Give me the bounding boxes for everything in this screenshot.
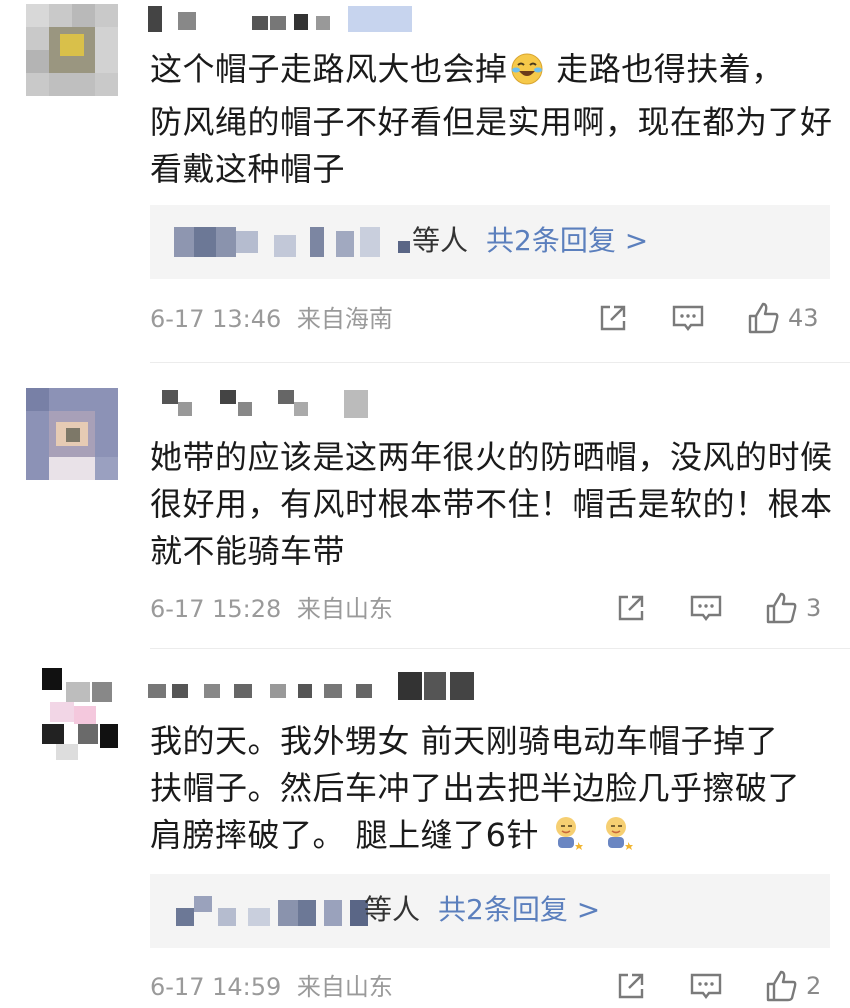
- avatar[interactable]: [26, 4, 118, 96]
- comment-button[interactable]: [688, 966, 724, 1006]
- reply-summary[interactable]: 等人 共2条回复 >: [150, 874, 830, 948]
- comment-actions: 3: [614, 588, 844, 628]
- comment-icon: [690, 595, 722, 621]
- baby-emoji-icon: [551, 814, 585, 865]
- reply-suffix: 等人: [412, 224, 469, 257]
- comment-meta: 6-17 14:59 来自山东: [150, 972, 393, 1002]
- comment-actions: 2: [614, 966, 844, 1006]
- reply-suffix: 等人: [364, 893, 421, 926]
- like-button[interactable]: 3: [764, 588, 821, 628]
- comment-text-line2: 扶帽子。然后车冲了出去把半边脸几乎擦破了: [150, 769, 801, 807]
- reply-usernames-blurred: [174, 227, 414, 259]
- share-button[interactable]: [614, 588, 648, 628]
- share-button[interactable]: [614, 966, 648, 1006]
- comment-button[interactable]: [670, 298, 706, 338]
- timestamp: 6-17 13:46: [150, 305, 282, 333]
- comment-meta: 6-17 13:46 来自海南: [150, 304, 393, 334]
- thumbs-up-icon: [748, 302, 779, 334]
- comment-text-line1: 我的天。我外甥女 前天刚骑电动车帽子掉了: [150, 722, 779, 760]
- like-count: 43: [788, 304, 819, 332]
- share-icon: [618, 973, 644, 999]
- comment-text-line1: 这个帽子走路风大也会掉: [150, 50, 508, 88]
- comment-actions: 43: [596, 298, 836, 338]
- view-replies-link[interactable]: 共2条回复 >: [486, 224, 648, 257]
- comment-button[interactable]: [688, 588, 724, 628]
- location: 来自山东: [296, 595, 393, 623]
- comment-meta: 6-17 15:28 来自山东: [150, 594, 393, 624]
- share-icon: [618, 595, 644, 621]
- baby-emoji-icon: [601, 814, 635, 865]
- like-count: 3: [806, 594, 822, 622]
- comment-text: 这个帽子走路风大也会掉 走路也得扶着， 防风绳的帽子不好看但是实用啊，现在都为了…: [150, 46, 840, 193]
- divider: [150, 648, 850, 649]
- share-button[interactable]: [596, 298, 630, 338]
- comment-text-rest: 防风绳的帽子不好看但是实用啊，现在都为了好看戴这种帽子: [150, 103, 833, 188]
- divider: [150, 362, 850, 363]
- avatar[interactable]: [26, 668, 118, 760]
- username-blurred[interactable]: [148, 388, 378, 418]
- comment-icon: [690, 973, 722, 999]
- reply-summary[interactable]: 等人 共2条回复 >: [150, 205, 830, 279]
- laughing-crying-emoji-icon: [510, 52, 544, 99]
- comment-text-line3: 肩膀摔破了。 腿上缝了6针: [150, 816, 540, 854]
- timestamp: 6-17 14:59: [150, 973, 282, 1001]
- timestamp: 6-17 15:28: [150, 595, 282, 623]
- location: 来自海南: [296, 305, 393, 333]
- thumbs-up-icon: [766, 970, 797, 1002]
- comment-icon: [672, 305, 704, 331]
- comment-text: 我的天。我外甥女 前天刚骑电动车帽子掉了 扶帽子。然后车冲了出去把半边脸几乎擦破…: [150, 718, 840, 865]
- thumbs-up-icon: [766, 592, 797, 624]
- comment-text-line1-after: 走路也得扶着，: [545, 50, 784, 88]
- like-button[interactable]: 2: [764, 966, 821, 1006]
- view-replies-link[interactable]: 共2条回复 >: [438, 893, 600, 926]
- comment-text: 她带的应该是这两年很火的防晒帽，没风的时候很好用，有风时根本带不住！帽舌是软的！…: [150, 438, 833, 570]
- avatar[interactable]: [26, 388, 118, 480]
- like-button[interactable]: 43: [746, 298, 819, 338]
- like-count: 2: [806, 972, 822, 1000]
- share-icon: [600, 305, 626, 331]
- username-blurred[interactable]: [148, 4, 418, 34]
- location: 来自山东: [296, 973, 393, 1001]
- username-blurred[interactable]: [148, 672, 488, 702]
